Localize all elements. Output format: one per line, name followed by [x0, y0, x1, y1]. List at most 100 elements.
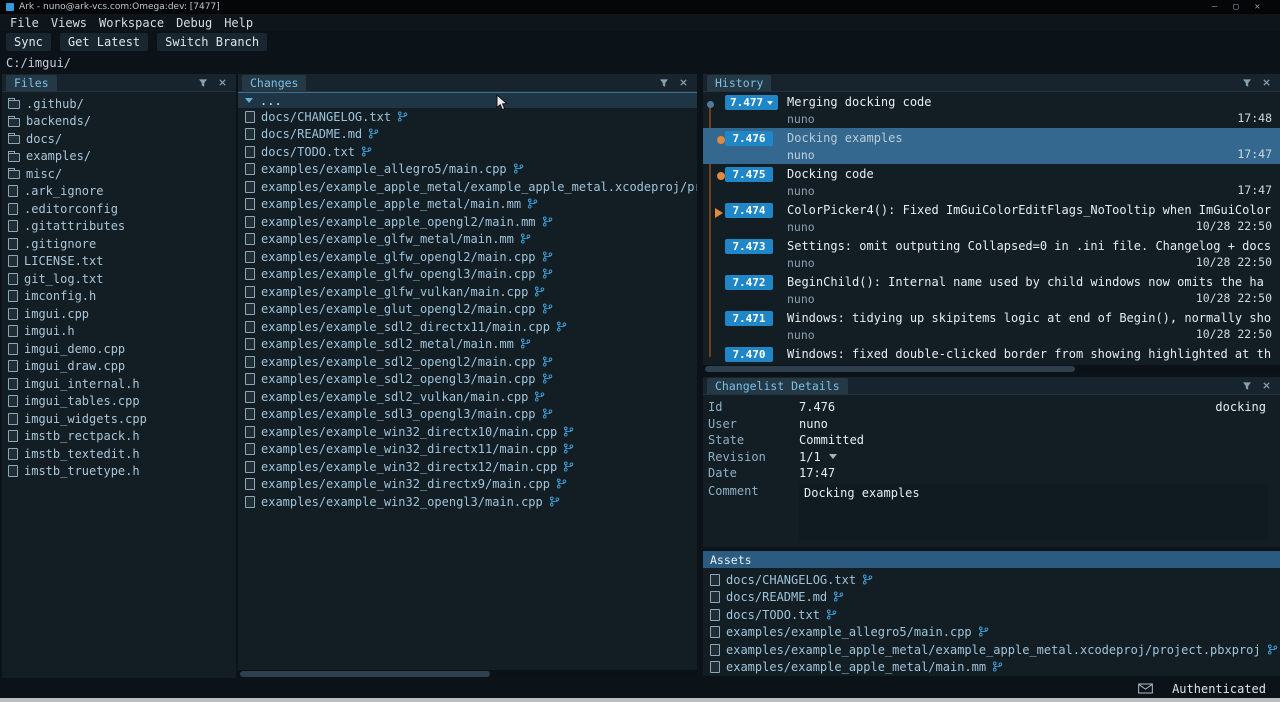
file-tree-item[interactable]: imgui_widgets.cpp [2, 410, 236, 428]
changed-file-row[interactable]: examples/example_glfw_opengl3/main.cpp [238, 266, 697, 284]
comment-field[interactable]: Docking examples [799, 484, 1268, 540]
file-tree-item[interactable]: imgui.cpp [2, 305, 236, 323]
history-horizontal-scrollbar[interactable] [703, 365, 1280, 373]
changed-file-row[interactable]: examples/example_glfw_metal/main.mm [238, 231, 697, 249]
changed-file-row[interactable]: docs/TODO.txt [238, 143, 697, 161]
menu-item-workspace[interactable]: Workspace [93, 16, 170, 30]
history-panel-title[interactable]: History [707, 75, 771, 91]
changed-file-row[interactable]: examples/example_allegro5/main.cpp [238, 161, 697, 179]
changed-file-row[interactable]: examples/example_apple_metal/main.mm [238, 196, 697, 214]
file-tree-item[interactable]: git_log.txt [2, 270, 236, 288]
history-row[interactable]: 7.475Docking codenuno17:47 [703, 164, 1280, 200]
toolbar-button-switch-branch[interactable]: Switch Branch [157, 33, 267, 51]
file-tree-item[interactable]: .editorconfig [2, 200, 236, 218]
file-tree-item[interactable]: misc/ [2, 165, 236, 183]
changed-file-row[interactable]: examples/example_apple_opengl2/main.mm [238, 213, 697, 231]
changed-file-row[interactable]: examples/example_allegro5/main.cpp [703, 624, 1280, 642]
changed-file-row[interactable]: examples/example_sdl2_vulkan/main.cpp [238, 388, 697, 406]
changeset-badge[interactable]: 7.471 [725, 311, 773, 326]
menu-item-views[interactable]: Views [45, 16, 93, 30]
changed-file-row[interactable]: examples/example_sdl3_opengl3/main.cpp [238, 406, 697, 424]
changed-file-row[interactable]: examples/example_apple_metal/example_app… [238, 178, 697, 196]
changed-file-row[interactable]: examples/example_win32_directx10/main.cp… [238, 423, 697, 441]
changed-file-row[interactable]: docs/CHANGELOG.txt [703, 571, 1280, 589]
minimize-button[interactable]: — [1212, 0, 1217, 14]
changes-root-node[interactable]: ... [238, 92, 697, 108]
toolbar-button-sync[interactable]: Sync [6, 33, 51, 51]
menu-item-file[interactable]: File [4, 16, 45, 30]
history-row[interactable]: 7.476Docking examplesnuno17:47 [703, 128, 1280, 164]
changed-file-row[interactable]: docs/README.md [703, 589, 1280, 607]
changed-file-row[interactable]: docs/TODO.txt [703, 606, 1280, 624]
file-tree-item[interactable]: .gitignore [2, 235, 236, 253]
file-tree-item[interactable]: LICENSE.txt [2, 253, 236, 271]
changed-file-row[interactable]: examples/example_sdl2_directx11/main.cpp [238, 318, 697, 336]
details-panel-title[interactable]: Changelist Details [707, 378, 848, 394]
changeset-badge[interactable]: 7.474 [725, 203, 773, 218]
dropdown-caret-icon[interactable] [829, 454, 837, 459]
history-row[interactable]: 7.470Windows: fixed double-clicked borde… [703, 344, 1280, 365]
file-tree-item[interactable]: imstb_textedit.h [2, 445, 236, 463]
toolbar-button-get-latest[interactable]: Get Latest [60, 33, 148, 51]
file-tree-item[interactable]: .ark_ignore [2, 183, 236, 201]
changed-file-row[interactable]: examples/example_win32_directx12/main.cp… [238, 458, 697, 476]
file-tree-item[interactable]: imgui.h [2, 323, 236, 341]
mail-icon[interactable] [1138, 683, 1154, 694]
expand-arrow-icon[interactable] [245, 98, 253, 103]
changed-file-row[interactable]: docs/README.md [238, 126, 697, 144]
changes-horizontal-scrollbar[interactable] [238, 670, 697, 678]
changeset-badge[interactable]: 7.476 [725, 131, 773, 146]
changed-file-row[interactable]: examples/example_sdl2_metal/main.mm [238, 336, 697, 354]
changed-file-row[interactable]: examples/example_win32_directx9/main.cpp [238, 476, 697, 494]
history-row[interactable]: 7.477Merging docking codenuno17:48 [703, 92, 1280, 128]
filter-icon[interactable] [658, 77, 669, 88]
changeset-badge[interactable]: 7.475 [725, 167, 773, 182]
file-tree-item[interactable]: imgui_tables.cpp [2, 393, 236, 411]
file-tree-item[interactable]: .gitattributes [2, 218, 236, 236]
maximize-button[interactable]: ▢ [1233, 0, 1238, 14]
changed-file-row[interactable]: examples/example_glfw_opengl2/main.cpp [238, 248, 697, 266]
changeset-badge[interactable]: 7.477 [725, 95, 778, 110]
changeset-badge[interactable]: 7.473 [725, 239, 773, 254]
close-panel-icon[interactable] [1261, 380, 1272, 391]
changeset-badge[interactable]: 7.470 [725, 347, 773, 362]
close-panel-icon[interactable] [217, 77, 228, 88]
file-tree-item[interactable]: imgui_draw.cpp [2, 358, 236, 376]
filter-icon[interactable] [197, 77, 208, 88]
file-tree-item[interactable]: .github/ [2, 95, 236, 113]
changed-file-row[interactable]: examples/example_win32_directx11/main.cp… [238, 441, 697, 459]
changes-panel-title[interactable]: Changes [242, 75, 306, 91]
files-panel-title[interactable]: Files [6, 75, 57, 91]
scrollbar-thumb[interactable] [240, 671, 490, 677]
file-tree-item[interactable]: imgui_internal.h [2, 375, 236, 393]
close-panel-icon[interactable] [678, 77, 689, 88]
changed-file-row[interactable]: docs/CHANGELOG.txt [238, 108, 697, 126]
file-tree-item[interactable]: imstb_truetype.h [2, 463, 236, 481]
menu-item-debug[interactable]: Debug [170, 16, 218, 30]
file-tree-item[interactable]: examples/ [2, 148, 236, 166]
changed-file-row[interactable]: examples/example_sdl2_opengl3/main.cpp [238, 371, 697, 389]
history-row[interactable]: 7.472BeginChild(): Internal name used by… [703, 272, 1280, 308]
file-tree-item[interactable]: docs/ [2, 130, 236, 148]
changed-file-row[interactable]: examples/example_glfw_vulkan/main.cpp [238, 283, 697, 301]
close-panel-icon[interactable] [1261, 77, 1272, 88]
history-row[interactable]: 7.474ColorPicker4(): Fixed ImGuiColorEdi… [703, 200, 1280, 236]
history-row[interactable]: 7.471Windows: tidying up skipitems logic… [703, 308, 1280, 344]
scrollbar-thumb[interactable] [705, 366, 1075, 372]
changed-file-row[interactable]: examples/example_apple_metal/example_app… [703, 641, 1280, 659]
changed-file-row[interactable]: examples/example_win32_opengl3/main.cpp [238, 493, 697, 511]
history-row[interactable]: 7.473Settings: omit outputing Collapsed=… [703, 236, 1280, 272]
file-tree-item[interactable]: backends/ [2, 113, 236, 131]
filter-icon[interactable] [1241, 380, 1252, 391]
changed-file-row[interactable]: examples/example_glut_opengl2/main.cpp [238, 301, 697, 319]
changeset-badge[interactable]: 7.472 [725, 275, 773, 290]
changed-file-row[interactable]: examples/example_apple_metal/main.mm [703, 659, 1280, 677]
file-tree-item[interactable]: imconfig.h [2, 288, 236, 306]
filter-icon[interactable] [1241, 77, 1252, 88]
changed-file-row[interactable]: examples/example_sdl2_opengl2/main.cpp [238, 353, 697, 371]
menu-item-help[interactable]: Help [218, 16, 259, 30]
file-tree-item[interactable]: imstb_rectpack.h [2, 428, 236, 446]
assets-panel-header[interactable]: Assets [703, 551, 1280, 568]
close-button[interactable]: ✕ [1255, 0, 1260, 14]
file-tree-item[interactable]: imgui_demo.cpp [2, 340, 236, 358]
